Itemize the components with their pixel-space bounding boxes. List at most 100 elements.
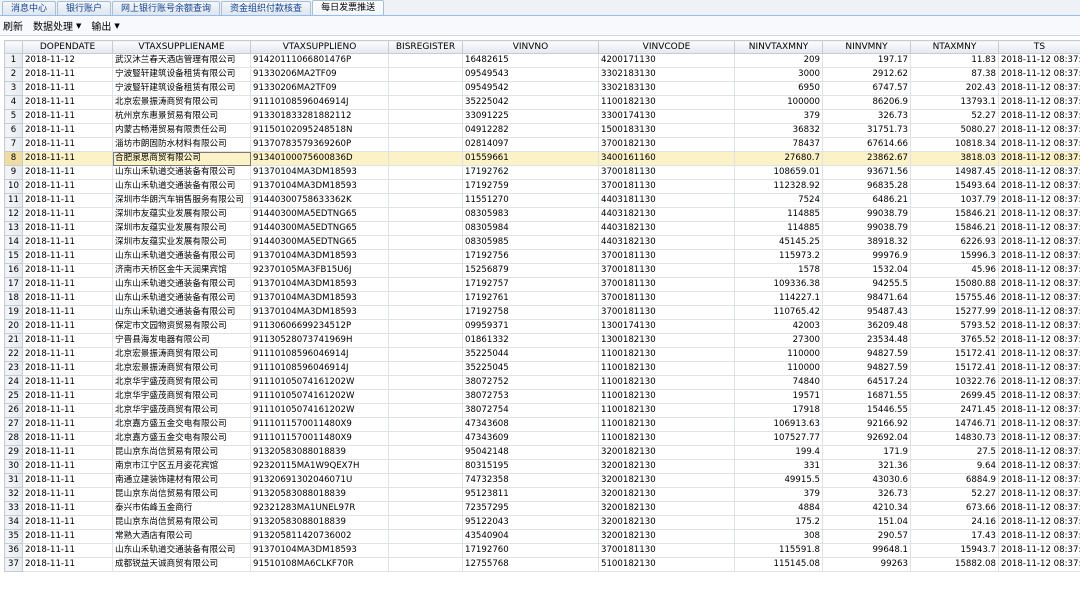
cell-ntaxmny[interactable]: 17.43 <box>910 529 999 544</box>
cell-vinvno[interactable]: 35225042 <box>462 95 599 110</box>
cell-vtaxsupplieno[interactable]: 91110105074161202W <box>250 389 389 404</box>
cell-dopendate[interactable]: 2018-11-11 <box>22 207 113 222</box>
cell-ntaxmny[interactable]: 6226.93 <box>910 235 999 250</box>
cell-ninvtaxmny[interactable]: 308 <box>734 529 823 544</box>
cell-ninvmny[interactable]: 4210.34 <box>822 501 911 516</box>
cell-bisregister[interactable] <box>388 445 463 460</box>
row-number[interactable]: 28 <box>4 431 23 446</box>
cell-vtaxsuppliename[interactable]: 保定市文园物资贸易有限公司 <box>112 319 251 334</box>
cell-ntaxmny[interactable]: 9.64 <box>910 459 999 474</box>
cell-ts[interactable]: 2018-11-12 08:37:41 <box>998 417 1080 432</box>
cell-ninvmny[interactable]: 99263 <box>822 557 911 572</box>
cell-vinvno[interactable]: 43540904 <box>462 529 599 544</box>
cell-dopendate[interactable]: 2018-11-11 <box>22 417 113 432</box>
cell-ts[interactable]: 2018-11-12 08:37:41 <box>998 543 1080 558</box>
cell-ninvmny[interactable]: 326.73 <box>822 487 911 502</box>
cell-bisregister[interactable] <box>388 151 463 166</box>
table-row[interactable]: 10 2018-11-11 山东山禾轨道交通装备有限公司 91370104MA3DM1… <box>4 179 1080 194</box>
cell-vinvno[interactable]: 11551270 <box>462 193 599 208</box>
table-row[interactable]: 7 2018-11-11 淄坊市朗固防水材料有限公司 9137078357936926… <box>4 137 1080 152</box>
cell-ntaxmny[interactable]: 3818.03 <box>910 151 999 166</box>
cell-vtaxsupplieno[interactable]: 91320583088018839 <box>250 487 389 502</box>
row-number[interactable]: 10 <box>4 179 23 194</box>
cell-ninvtaxmny[interactable]: 114885 <box>734 221 823 236</box>
row-number[interactable]: 5 <box>4 109 23 124</box>
row-number[interactable]: 4 <box>4 95 23 110</box>
cell-vinvcode[interactable]: 1500183130 <box>598 123 735 138</box>
cell-ntaxmny[interactable]: 45.96 <box>910 263 999 278</box>
cell-vinvno[interactable]: 95042148 <box>462 445 599 460</box>
cell-vtaxsuppliename[interactable]: 北京华宇盛茂商贸有限公司 <box>112 403 251 418</box>
cell-vtaxsuppliename[interactable]: 宁晋县海发电器有限公司 <box>112 333 251 348</box>
cell-vinvcode[interactable]: 3200182130 <box>598 515 735 530</box>
column-header-ninvtaxmny[interactable]: NINVTAXMNY <box>734 40 823 54</box>
cell-vtaxsuppliename[interactable]: 山东山禾轨道交通装备有限公司 <box>112 291 251 306</box>
cell-vtaxsuppliename[interactable]: 济南市天桥区金牛天润果宾馆 <box>112 263 251 278</box>
cell-vinvcode[interactable]: 1300174130 <box>598 319 735 334</box>
cell-vtaxsuppliename[interactable]: 山东山禾轨道交通装备有限公司 <box>112 179 251 194</box>
table-row[interactable]: 25 2018-11-11 北京华宇盛茂商贸有限公司 9111010507416120… <box>4 389 1080 404</box>
cell-vtaxsupplieno[interactable]: 91130528073741969H <box>250 333 389 348</box>
cell-ninvmny[interactable]: 95487.43 <box>822 305 911 320</box>
cell-ninvtaxmny[interactable]: 110000 <box>734 361 823 376</box>
cell-vinvcode[interactable]: 3200182130 <box>598 501 735 516</box>
table-row[interactable]: 36 2018-11-11 山东山禾轨道交通装备有限公司 91370104MA3DM1… <box>4 543 1080 558</box>
cell-vinvno[interactable]: 08305985 <box>462 235 599 250</box>
cell-bisregister[interactable] <box>388 249 463 264</box>
column-header-ninvmny[interactable]: NINVMNY <box>822 40 911 54</box>
table-row[interactable]: 35 2018-11-11 常熟大酒店有限公司 91320581142073600​2… <box>4 529 1080 544</box>
cell-vtaxsupplieno[interactable]: 91370104MA3DM18593 <box>250 543 389 558</box>
row-number[interactable]: 30 <box>4 459 23 474</box>
cell-bisregister[interactable] <box>388 431 463 446</box>
cell-ninvtaxmny[interactable]: 114227.1 <box>734 291 823 306</box>
cell-ninvtaxmny[interactable]: 45145.25 <box>734 235 823 250</box>
cell-vinvno[interactable]: 15256879 <box>462 263 599 278</box>
row-number[interactable]: 21 <box>4 333 23 348</box>
cell-bisregister[interactable] <box>388 277 463 292</box>
cell-vinvno[interactable]: 17192756 <box>462 249 599 264</box>
cell-ninvtaxmny[interactable]: 107527.77 <box>734 431 823 446</box>
cell-ninvmny[interactable]: 43030.6 <box>822 473 911 488</box>
cell-vinvcode[interactable]: 1100182130 <box>598 95 735 110</box>
cell-ts[interactable]: 2018-11-12 08:37:42 <box>998 529 1080 544</box>
row-number[interactable]: 26 <box>4 403 23 418</box>
cell-ninvmny[interactable]: 6747.57 <box>822 81 911 96</box>
cell-dopendate[interactable]: 2018-11-11 <box>22 151 113 166</box>
row-number[interactable]: 12 <box>4 207 23 222</box>
cell-vtaxsupplieno[interactable]: 91330183328188211​2 <box>250 109 389 124</box>
cell-vtaxsupplieno[interactable]: 92321283MA1UNEL97R <box>250 501 389 516</box>
cell-ninvmny[interactable]: 94827.59 <box>822 347 911 362</box>
row-number[interactable]: 29 <box>4 445 23 460</box>
cell-ninvtaxmny[interactable]: 42003 <box>734 319 823 334</box>
row-number[interactable]: 1 <box>4 53 23 68</box>
cell-dopendate[interactable]: 2018-11-11 <box>22 473 113 488</box>
cell-bisregister[interactable] <box>388 221 463 236</box>
cell-ninvmny[interactable]: 151.04 <box>822 515 911 530</box>
cell-ninvmny[interactable]: 290.57 <box>822 529 911 544</box>
cell-vtaxsuppliename[interactable]: 北京宏景振涛商贸有限公司 <box>112 95 251 110</box>
table-row[interactable]: 21 2018-11-11 宁晋县海发电器有限公司 91130528073741969… <box>4 333 1080 348</box>
row-number[interactable]: 34 <box>4 515 23 530</box>
cell-dopendate[interactable]: 2018-11-11 <box>22 347 113 362</box>
column-header-vinvno[interactable]: VINVNO <box>462 40 599 54</box>
cell-bisregister[interactable] <box>388 375 463 390</box>
cell-vtaxsuppliename[interactable]: 武汉沐兰春天酒店管理有限公司 <box>112 53 251 68</box>
cell-vinvno[interactable]: 95123811 <box>462 487 599 502</box>
cell-bisregister[interactable] <box>388 305 463 320</box>
cell-bisregister[interactable] <box>388 235 463 250</box>
cell-vinvno[interactable]: 08305983 <box>462 207 599 222</box>
cell-dopendate[interactable]: 2018-11-11 <box>22 319 113 334</box>
cell-ts[interactable]: 2018-11-12 08:37:42 <box>998 473 1080 488</box>
row-number[interactable]: 15 <box>4 249 23 264</box>
cell-dopendate[interactable]: 2018-11-11 <box>22 193 113 208</box>
cell-ts[interactable]: 2018-11-12 08:37:40 <box>998 123 1080 138</box>
row-number[interactable]: 8 <box>4 151 23 166</box>
cell-vinvcode[interactable]: 4403181130 <box>598 193 735 208</box>
cell-ntaxmny[interactable]: 87.38 <box>910 67 999 82</box>
tab-online-bank-balance[interactable]: 网上银行账号余额查询 <box>112 1 221 15</box>
cell-bisregister[interactable] <box>388 193 463 208</box>
cell-ninvtaxmny[interactable]: 109336.38 <box>734 277 823 292</box>
cell-ntaxmny[interactable]: 1037.79 <box>910 193 999 208</box>
cell-vtaxsupplieno[interactable]: 91110108596046914J <box>250 361 389 376</box>
cell-dopendate[interactable]: 2018-11-11 <box>22 277 113 292</box>
